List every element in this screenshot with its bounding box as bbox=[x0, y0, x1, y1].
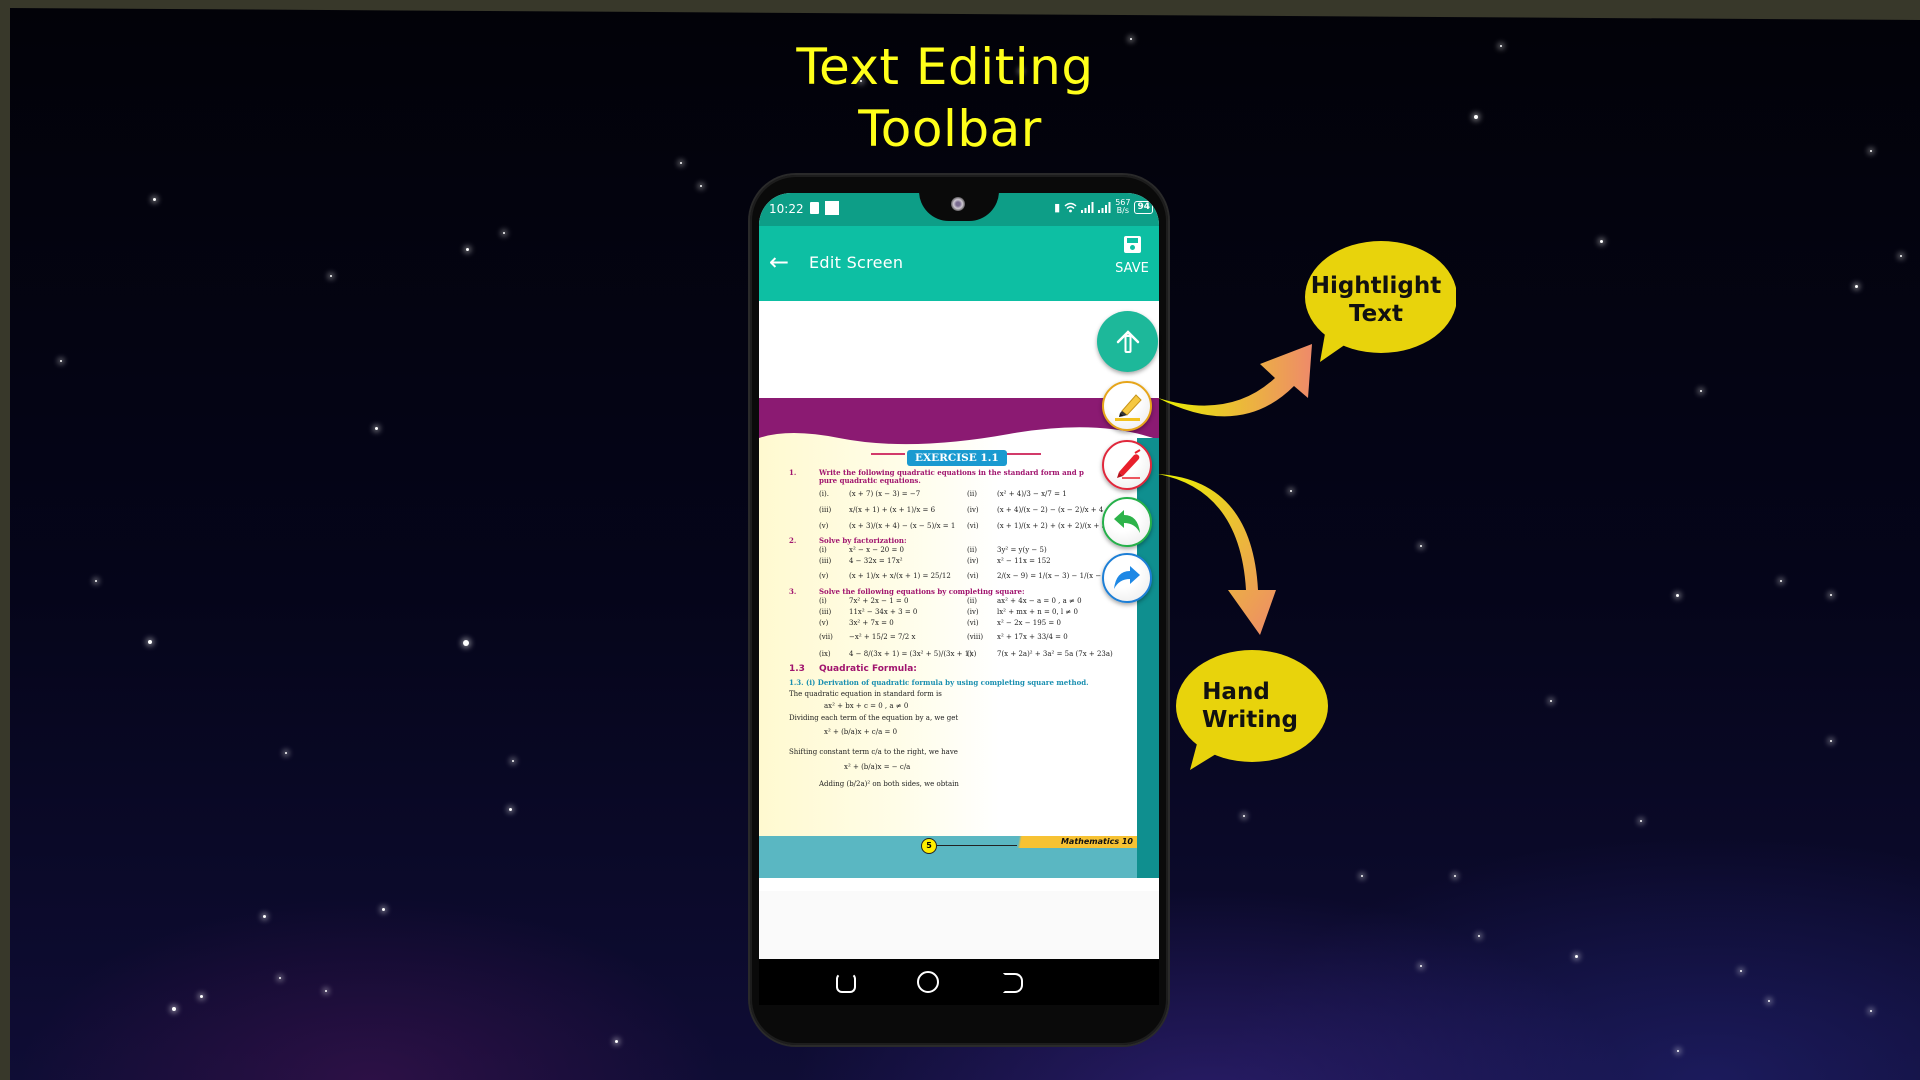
highlight-callout-line1: Hightlight bbox=[1310, 273, 1442, 299]
handwriting-callout-line2: Writing bbox=[1202, 707, 1298, 733]
callout-arrows bbox=[1158, 344, 1312, 635]
handwriting-callout-line1: Hand bbox=[1202, 679, 1270, 705]
highlight-text-callout: Hightlight Text bbox=[1296, 240, 1456, 368]
handwriting-arrow bbox=[1158, 474, 1276, 635]
highlight-callout-line2: Text bbox=[1348, 301, 1404, 327]
hand-writing-callout: Hand Writing bbox=[1170, 648, 1330, 773]
highlight-arrow bbox=[1158, 344, 1312, 417]
